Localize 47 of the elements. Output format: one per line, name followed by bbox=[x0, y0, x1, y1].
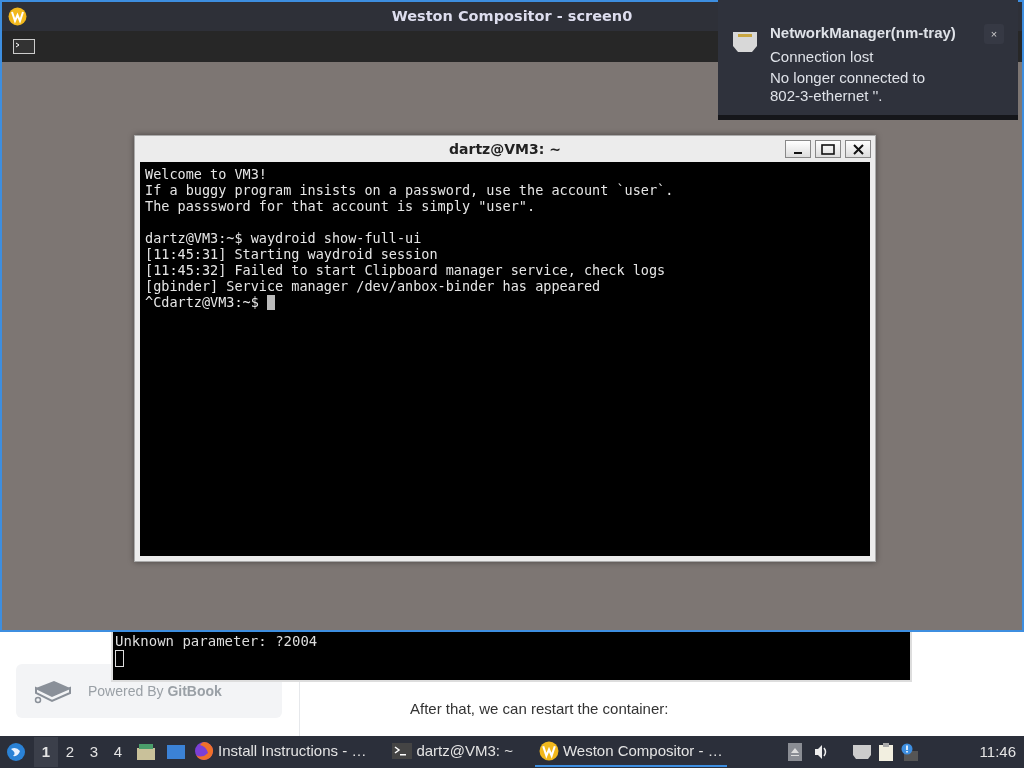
book-icon bbox=[32, 678, 72, 704]
workspace-button[interactable]: 1 bbox=[34, 737, 58, 767]
taskbar-task[interactable]: Weston Compositor - … bbox=[534, 737, 727, 767]
workspace-button[interactable]: 2 bbox=[58, 737, 82, 767]
desktop-icon[interactable] bbox=[166, 744, 186, 760]
weston-logo-icon bbox=[538, 741, 559, 761]
alert-icon[interactable] bbox=[900, 743, 919, 761]
taskbar-task[interactable]: dartz@VM3: ~ bbox=[388, 737, 517, 767]
code-line: Unknown parameter: ?2004 bbox=[115, 632, 318, 650]
cursor bbox=[266, 294, 275, 310]
notification-app: NetworkManager(nm-tray) bbox=[770, 23, 956, 43]
clock[interactable]: 11:46 bbox=[979, 740, 1016, 764]
terminal-icon bbox=[392, 743, 413, 759]
terminal-launcher-icon[interactable] bbox=[13, 39, 35, 54]
window-title: Weston Compositor - screen0 bbox=[391, 6, 633, 26]
close-icon bbox=[852, 143, 864, 155]
close-button[interactable]: × bbox=[984, 24, 1004, 44]
cursor bbox=[115, 650, 124, 667]
terminal-line: dartz@VM3:~$ waydroid show-full-ui bbox=[145, 230, 422, 246]
taskbar-task[interactable]: Install Instructions - … bbox=[190, 737, 371, 767]
window-title: dartz@VM3: ~ bbox=[449, 139, 561, 159]
minimize-button[interactable] bbox=[785, 140, 811, 158]
terminal-line: [gbinder] Service manager /dev/anbox-binder has appeared bbox=[145, 278, 601, 294]
file-manager-icon[interactable] bbox=[136, 743, 156, 761]
notification-summary: Connection lost bbox=[770, 47, 874, 67]
notification-body: No longer connected to 802-3-ethernet ''. bbox=[770, 69, 927, 105]
eject-icon[interactable] bbox=[788, 743, 803, 761]
workspace-button[interactable]: 3 bbox=[82, 737, 106, 767]
start-menu-icon[interactable] bbox=[6, 742, 26, 762]
close-button[interactable] bbox=[845, 140, 871, 158]
paragraph: After that, we can restart the container: bbox=[410, 699, 669, 719]
terminal-prompt: ^Cdartz@VM3:~$ bbox=[145, 294, 260, 310]
maximize-button[interactable] bbox=[815, 140, 841, 158]
minimize-icon bbox=[794, 152, 802, 154]
weston-logo-icon bbox=[8, 7, 27, 26]
browser-icon bbox=[194, 741, 214, 761]
terminal-line: Welcome to VM3! bbox=[145, 166, 267, 182]
workspace-button[interactable]: 4 bbox=[106, 737, 130, 767]
ethernet-icon bbox=[732, 31, 758, 53]
terminal-line: The passsword for that account is simply "user". bbox=[145, 198, 536, 214]
network-icon[interactable] bbox=[852, 744, 873, 760]
maximize-icon bbox=[821, 143, 835, 155]
terminal-line: [11:45:31] Starting waydroid session bbox=[145, 246, 438, 262]
terminal-line: If a buggy program insists on a password, use the account `user`. bbox=[145, 182, 674, 198]
powered-by-text: Powered By GitBook bbox=[88, 681, 222, 701]
terminal-line: [11:45:32] Failed to start Clipboard manager service, check logs bbox=[145, 262, 666, 278]
clipboard-icon[interactable] bbox=[878, 742, 895, 762]
